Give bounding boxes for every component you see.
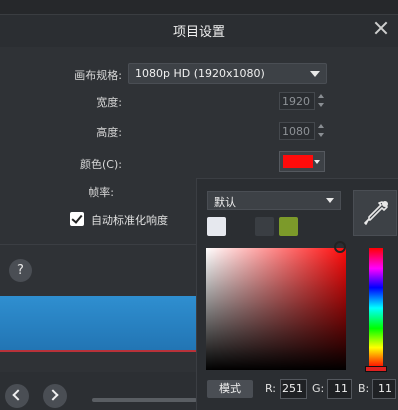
eyedropper-icon [364,201,388,225]
color-swatch [283,155,313,168]
chevron-right-icon [47,389,59,401]
blue-label: B: [358,382,370,395]
canvas-size-label: 画布规格: [74,69,122,82]
hue-slider[interactable] [369,248,383,368]
stepper-down-icon[interactable] [318,133,324,137]
width-stepper[interactable] [318,92,326,110]
framerate-label: 帧率: [88,186,114,199]
stepper-up-icon[interactable] [318,124,324,128]
close-icon[interactable] [374,21,388,35]
preset-swatch-dark[interactable] [231,217,250,236]
horizontal-scrollbar[interactable] [92,398,197,402]
height-label: 高度: [96,126,122,139]
help-button[interactable]: ? [9,259,32,282]
preset-swatch-white[interactable] [207,217,226,236]
red-input[interactable]: 251 [280,379,307,399]
color-label: 颜色(C): [80,158,122,171]
chevron-left-icon [12,389,24,401]
saturation-value-field[interactable] [206,248,346,370]
eyedropper-button[interactable] [353,190,397,236]
timeline-track-preview [0,296,196,352]
color-preset-value: 默认 [214,196,236,209]
chevron-down-icon [326,198,334,203]
preset-swatch-gray[interactable] [255,217,274,236]
dialog-title: 项目设置 [172,25,225,40]
green-label: G: [312,382,325,395]
autonormalize-label: 自动标准化响度 [91,214,168,227]
section-divider [0,244,196,245]
top-strip [0,0,398,14]
blue-input[interactable]: 11 [372,379,396,399]
project-settings-window: 项目设置 画布规格: 1080p HD (1920x1080) 宽度: 1920… [0,0,398,410]
chevron-down-icon [310,71,320,77]
red-label: R: [265,382,277,395]
color-mode-button[interactable]: 模式 [207,380,253,398]
previous-button[interactable] [5,384,29,408]
stepper-down-icon[interactable] [318,103,324,107]
color-picker-button[interactable] [279,151,325,172]
canvas-size-dropdown[interactable]: 1080p HD (1920x1080) [128,63,327,84]
color-field-cursor[interactable] [334,241,346,253]
canvas-size-value: 1080p HD (1920x1080) [135,67,265,80]
next-button[interactable] [43,384,67,408]
color-preset-dropdown[interactable]: 默认 [207,191,341,210]
stepper-up-icon[interactable] [318,94,324,98]
width-value: 1920 [282,95,310,108]
width-input[interactable]: 1920 [279,92,315,110]
height-value: 1080 [282,125,310,138]
height-input[interactable]: 1080 [279,122,315,140]
preset-swatch-green[interactable] [279,217,298,236]
autonormalize-checkbox[interactable] [70,212,84,226]
green-input[interactable]: 11 [327,379,352,399]
dialog-titlebar: 项目设置 [0,15,398,47]
width-label: 宽度: [96,96,122,109]
height-stepper[interactable] [318,122,326,140]
chevron-down-icon [314,160,320,164]
hue-slider-thumb[interactable] [365,366,387,372]
